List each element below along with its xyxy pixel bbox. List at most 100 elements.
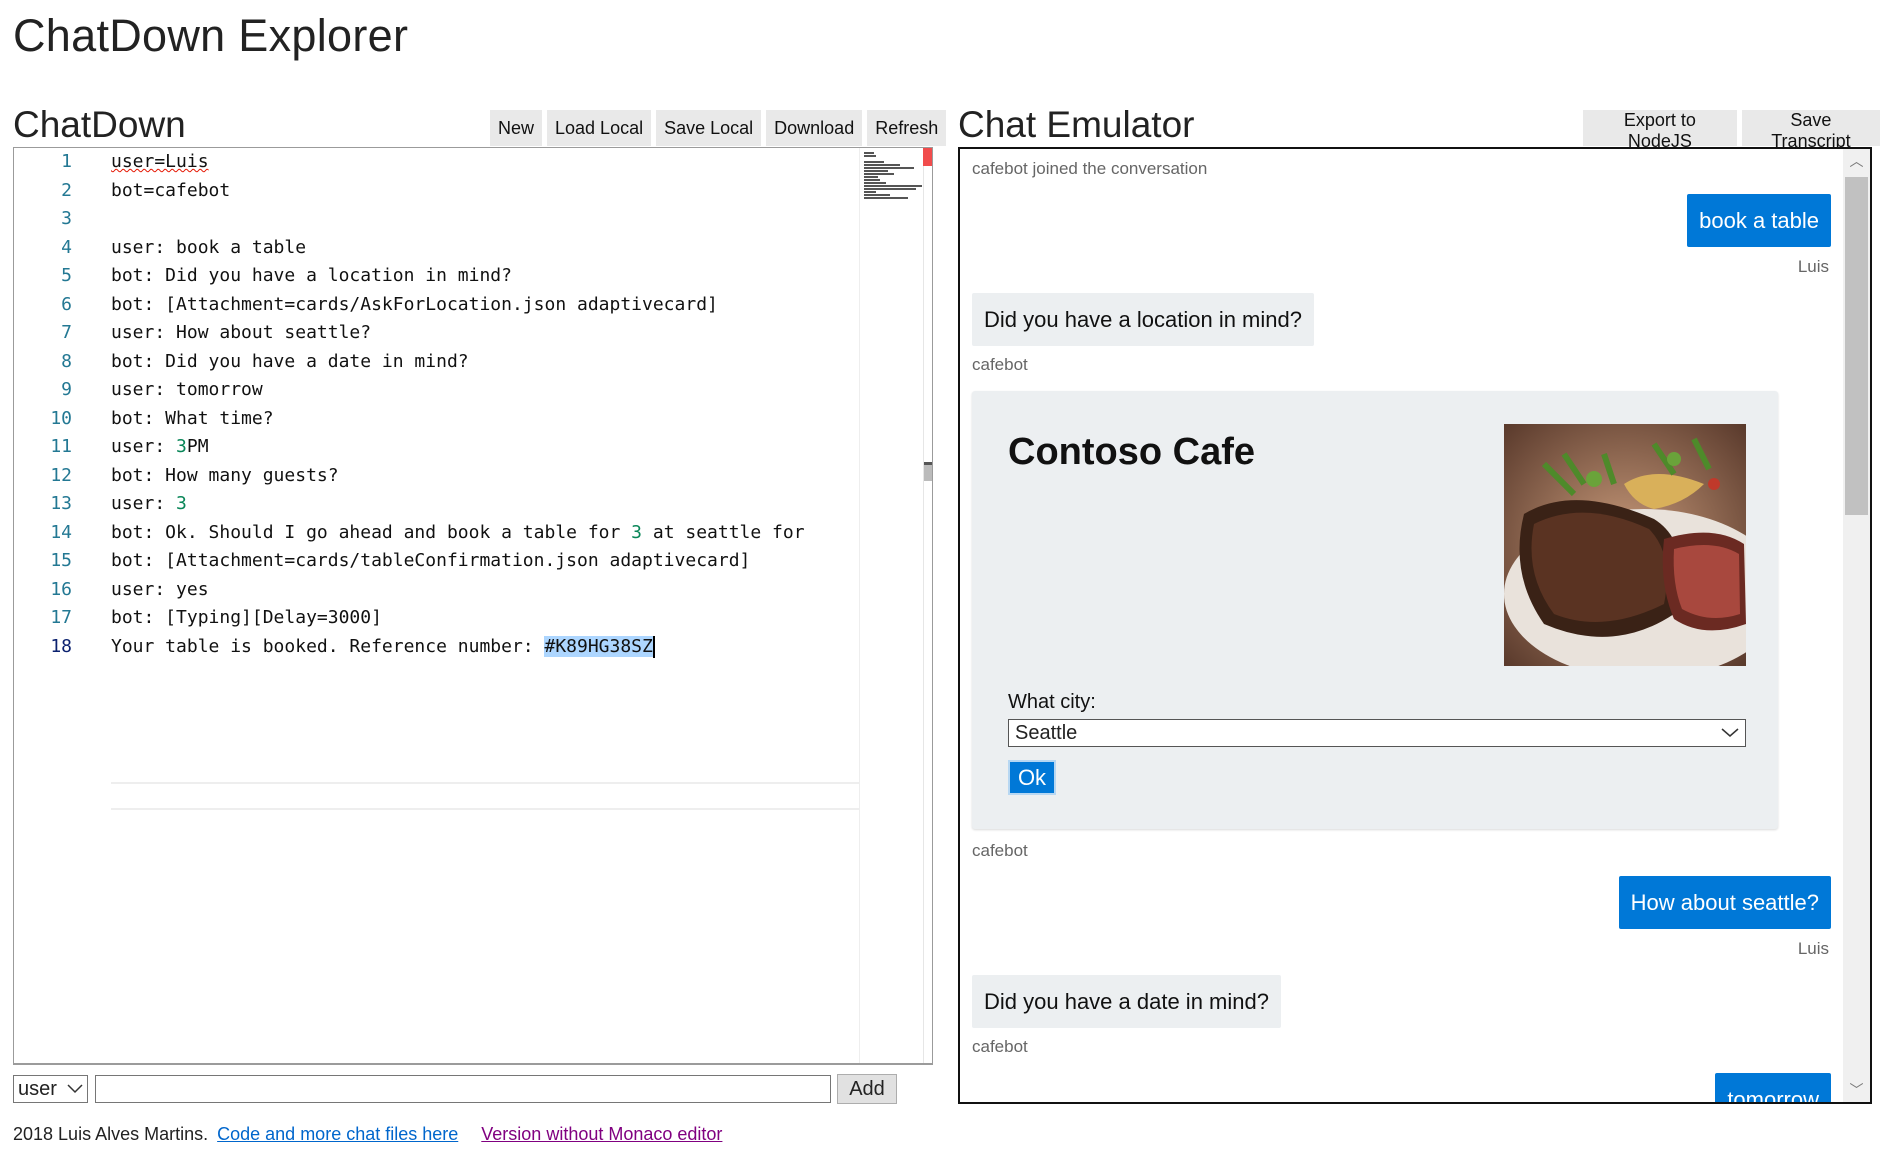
scroll-up-icon[interactable]: ︿ (1843, 149, 1870, 173)
city-label: What city: (1008, 691, 1096, 713)
card-title: Contoso Cafe (1008, 431, 1255, 473)
role-select[interactable]: user (13, 1075, 88, 1103)
refresh-button[interactable]: Refresh (867, 110, 947, 146)
sender-label: cafebot (972, 355, 1028, 374)
role-select-value: user (18, 1077, 57, 1100)
code-line: user: 3 (111, 490, 859, 519)
minimap-line (864, 155, 876, 157)
selected-text: #K89HG38SZ (544, 635, 653, 657)
download-button[interactable]: Download (766, 110, 863, 146)
system-message: cafebot joined the conversation (972, 159, 1208, 178)
sender-label: cafebot (972, 1037, 1028, 1056)
line-number: 10 (50, 407, 72, 429)
message-input[interactable] (95, 1075, 831, 1103)
line-number: 11 (50, 436, 72, 457)
minimap-line (864, 185, 922, 187)
number-literal: 3 (176, 493, 187, 514)
code-text: user: (111, 493, 177, 514)
line-number: 4 (61, 236, 72, 258)
code-text: at seattle for (642, 521, 805, 543)
editor-toolbar: New Load Local Save Local Download Refre… (490, 110, 947, 146)
line-number: 3 (61, 208, 72, 229)
save-transcript-button[interactable]: Save Transcript (1741, 110, 1880, 151)
line-number: 14 (50, 521, 72, 543)
minimap-line (864, 179, 880, 181)
code-line: user: How about seattle? (111, 322, 372, 343)
line-number: 6 (61, 293, 72, 315)
city-select[interactable]: Seattle (1008, 719, 1746, 747)
chat-window[interactable]: cafebot joined the conversation book a t… (958, 147, 1872, 1104)
code-line: bot=cafebot (111, 179, 231, 201)
code-line: user=Luis (111, 148, 859, 177)
minimap-line (864, 164, 900, 166)
minimap-line (864, 173, 894, 175)
minimap-line (864, 188, 916, 190)
line-number: 5 (61, 265, 72, 286)
code-line: bot: How many guests? (111, 464, 339, 486)
code-text: Your table is booked. Reference number: (111, 635, 545, 657)
line-number: 16 (50, 578, 72, 600)
scrollbar-thumb[interactable] (924, 465, 932, 481)
add-button[interactable]: Add (837, 1074, 897, 1104)
error-marker (923, 148, 932, 166)
line-number: 13 (50, 493, 72, 514)
code-text: user: (111, 436, 177, 457)
line-number: 15 (50, 550, 72, 571)
sender-label: cafebot (972, 841, 1028, 860)
no-monaco-link[interactable]: Version without Monaco editor (481, 1124, 722, 1144)
minimap-line (864, 191, 876, 193)
scroll-down-icon[interactable]: ﹀ (1843, 1078, 1870, 1102)
footer-text: 2018 Luis Alves Martins. (13, 1124, 209, 1144)
minimap-line (864, 176, 878, 178)
sender-label: Luis (1797, 939, 1829, 958)
line-number: 2 (61, 179, 72, 201)
code-editor[interactable]: 1 2 3 4 5 6 7 8 9 10 11 12 13 14 15 16 1… (13, 147, 933, 1065)
line-number: 8 (61, 350, 72, 372)
line-number: 7 (61, 322, 72, 343)
line-number: 12 (50, 464, 72, 486)
bot-message: Did you have a location in mind? (972, 293, 1314, 346)
chat-emulator-title: Chat Emulator (958, 104, 1195, 145)
code-text: user=Luis (111, 151, 209, 172)
save-local-button[interactable]: Save Local (656, 110, 762, 146)
chatdown-title: ChatDown (13, 104, 186, 145)
chat-scrollbar[interactable]: ︿ ﹀ (1843, 149, 1870, 1102)
card-ok-button[interactable]: Ok (1008, 760, 1056, 795)
editor-vertical-scrollbar[interactable] (923, 148, 932, 1063)
chat-toolbar: Export to NodeJS Save Transcript (1583, 110, 1880, 151)
minimap-line (864, 167, 914, 169)
chat-scrollbar-thumb[interactable] (1845, 177, 1868, 515)
number-literal: 3 (631, 521, 643, 543)
bot-message: Did you have a date in mind? (972, 975, 1281, 1028)
steak-image (1504, 424, 1746, 666)
footer: 2018 Luis Alves Martins. Code and more c… (13, 1124, 722, 1145)
code-text: bot: Ok. Should I go ahead and book a ta… (111, 521, 632, 543)
code-line: bot: [Attachment=cards/AskForLocation.js… (111, 293, 718, 315)
code-link[interactable]: Code and more chat files here (217, 1124, 458, 1144)
line-number: 17 (50, 607, 72, 628)
minimap-line (864, 182, 886, 184)
line-number: 1 (61, 151, 72, 172)
user-message: book a table (1687, 194, 1831, 247)
minimap-line (864, 197, 908, 199)
code-line: bot: Ok. Should I go ahead and book a ta… (111, 519, 859, 548)
load-local-button[interactable]: Load Local (547, 110, 652, 146)
number-literal: 3 (176, 436, 187, 457)
code-text: PM (186, 436, 209, 457)
code-line: bot: Did you have a location in mind? (111, 265, 512, 286)
chevron-down-icon (67, 1084, 83, 1094)
export-nodejs-button[interactable]: Export to NodeJS (1583, 110, 1737, 151)
minimap-line (864, 194, 890, 196)
code-line: user: book a table (111, 236, 307, 258)
line-number: 9 (61, 379, 72, 400)
app-title: ChatDown Explorer (13, 10, 409, 61)
editor-minimap[interactable] (859, 148, 923, 1063)
code-lines[interactable]: user=Luis bot=cafebot user: book a table… (111, 148, 859, 1063)
new-button[interactable]: New (490, 110, 543, 146)
code-line: bot: [Attachment=cards/tableConfirmation… (111, 550, 751, 571)
user-message: How about seattle? (1618, 876, 1831, 929)
code-line: bot: Did you have a date in mind? (111, 350, 469, 372)
code-line: bot: What time? (111, 407, 274, 429)
line-number: 18 (50, 635, 72, 657)
